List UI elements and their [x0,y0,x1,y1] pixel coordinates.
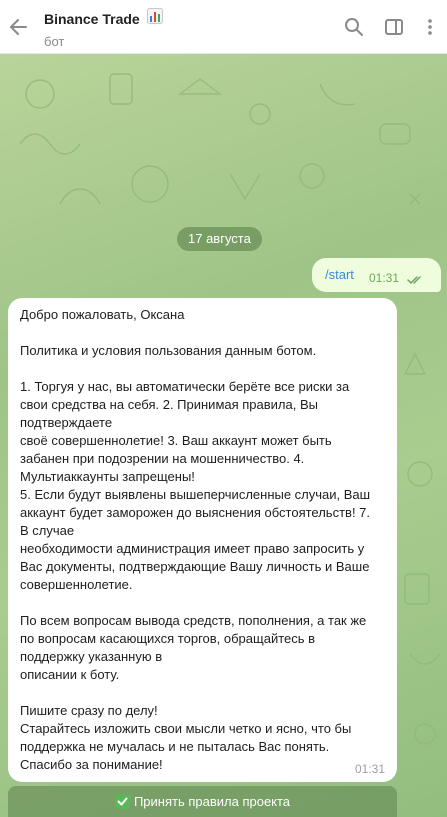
message-time: 01:31 [354,762,385,776]
back-arrow-icon[interactable] [6,14,32,40]
chat-subtitle: бот [44,34,65,49]
search-icon[interactable] [342,15,366,39]
chart-icon [147,8,164,29]
double-check-icon [407,272,425,290]
chat-header: Binance Trade бот [0,0,447,54]
incoming-message[interactable]: Добро пожаловать, Оксана Политика и усло… [8,298,397,782]
outgoing-message[interactable]: /start 01:31 [312,258,441,292]
accept-rules-button[interactable]: Принять правила проекта [8,786,397,817]
message-time: 01:31 [369,271,400,285]
check-mark-button-icon [114,794,130,810]
chat-title: Binance Trade [44,10,140,27]
more-options-icon[interactable] [418,15,442,39]
accept-rules-label: Принять правила проекта [133,794,291,809]
chat-info[interactable]: Binance Trade бот [44,8,164,49]
start-command-link[interactable]: /start [325,267,354,282]
sidebar-toggle-icon[interactable] [382,15,406,39]
date-separator: 17 августа [177,227,262,251]
message-text: Добро пожаловать, Оксана Политика и усло… [20,307,371,772]
